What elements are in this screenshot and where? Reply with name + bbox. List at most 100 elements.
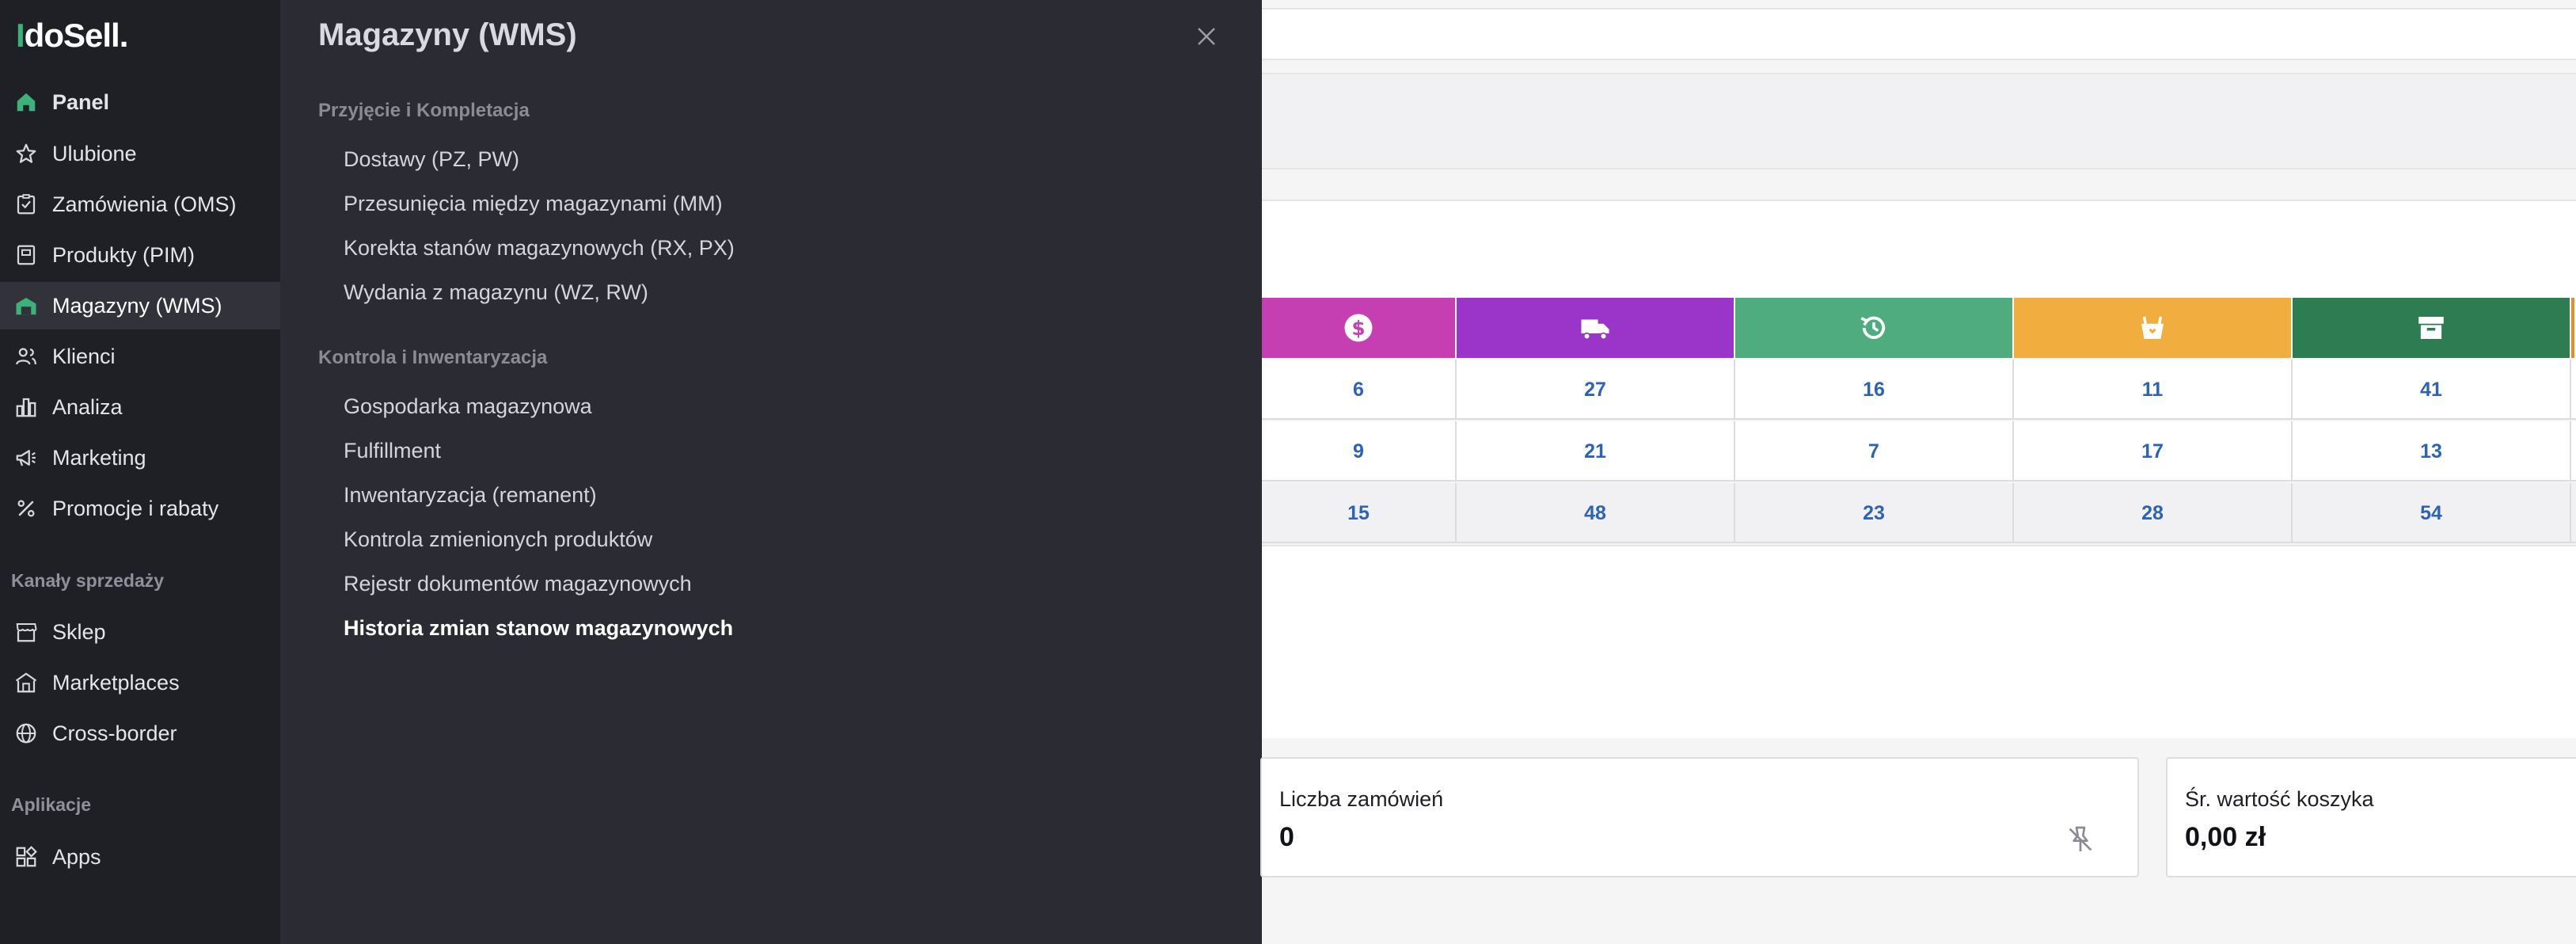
- table-row-total: 15 48 23 28 54: [1262, 483, 2576, 543]
- marketplace-icon: [13, 669, 40, 696]
- sidebar-item-panel[interactable]: Panel: [0, 78, 280, 126]
- sidebar-item-zamowienia[interactable]: Zamówienia (OMS): [0, 181, 280, 228]
- sidebar-item-analiza[interactable]: Analiza: [0, 383, 280, 431]
- sidebar-item-produkty[interactable]: Produkty (PIM): [0, 231, 280, 279]
- sidebar-item-marketplaces[interactable]: Marketplaces: [0, 659, 280, 706]
- sidebar-item-label: Apps: [52, 844, 101, 869]
- truck-icon: [1581, 319, 1609, 341]
- apps-section-label: Aplikacje: [11, 794, 91, 815]
- flyout-link-kontrola-produktow[interactable]: Kontrola zmienionych produktów: [344, 527, 652, 552]
- close-flyout-button[interactable]: [1191, 21, 1222, 52]
- sidebar-item-label: Cross-border: [52, 721, 177, 745]
- idosell-logo[interactable]: IdoSell.: [16, 16, 129, 55]
- orders-count-card: Liczba zamówień 0: [1260, 757, 2139, 877]
- flyout-link-dostawy[interactable]: Dostawy (PZ, PW): [344, 147, 519, 172]
- table-cell[interactable]: 41: [2293, 360, 2571, 420]
- flyout-link-przesuniecia[interactable]: Przesunięcia między magazynami (MM): [344, 192, 723, 216]
- megaphone-icon: [13, 444, 40, 471]
- card-label: Liczba zamówień: [1279, 787, 1444, 811]
- table-cell[interactable]: 6: [1262, 360, 1457, 420]
- sidebar-item-label: Promocje i rabaty: [52, 496, 219, 520]
- flyout-link-rejestr[interactable]: Rejestr dokumentów magazynowych: [344, 572, 692, 596]
- group-label-kontrola: Kontrola i Inwentaryzacja: [318, 347, 548, 368]
- avg-basket-card: Śr. wartość koszyka 0,00 zł: [2166, 757, 2576, 877]
- table-cell[interactable]: 27: [1457, 360, 1735, 420]
- flyout-title: Magazyny (WMS): [318, 17, 577, 52]
- flyout-link-gospodarka[interactable]: Gospodarka magazynowa: [344, 394, 592, 419]
- table-cell[interactable]: 9: [1262, 421, 1457, 482]
- sidebar-item-label: Analiza: [52, 394, 123, 419]
- table-cell[interactable]: 21: [1457, 421, 1735, 482]
- tile-basket[interactable]: [2014, 298, 2293, 358]
- tile-payment[interactable]: $: [1262, 298, 1457, 358]
- table-cell[interactable]: 13: [2293, 421, 2571, 482]
- table-cell[interactable]: 23: [1735, 483, 2014, 543]
- channels-section-label: Kanały sprzedaży: [11, 570, 165, 591]
- sidebar-item-sklep[interactable]: Sklep: [0, 608, 280, 656]
- sidebar-item-label: Marketplaces: [52, 670, 180, 695]
- flyout-link-inwentaryzacja[interactable]: Inwentaryzacja (remanent): [344, 483, 597, 508]
- unpin-icon[interactable]: [2065, 824, 2096, 855]
- tile-archive[interactable]: [2293, 298, 2571, 358]
- tile-returns[interactable]: [1735, 298, 2014, 358]
- sidebar-item-label: Produkty (PIM): [52, 242, 196, 267]
- users-icon: [13, 343, 40, 370]
- sidebar-item-ulubione[interactable]: Ulubione: [0, 130, 280, 177]
- globe-icon: [13, 720, 40, 747]
- history-icon: [1860, 316, 1886, 339]
- card-value: 0,00 zł: [2185, 822, 2266, 852]
- widget-body: [1262, 588, 2576, 738]
- logo-text: doSell.: [24, 17, 129, 54]
- apps-grid-icon: [13, 843, 40, 870]
- toolbar-band: [1262, 73, 2576, 169]
- widget-header-band: [1262, 200, 2576, 301]
- sidebar-item-label: Klienci: [52, 344, 116, 368]
- table-row: 9 21 7 17 13: [1262, 421, 2576, 482]
- logo-accent: I: [16, 17, 25, 54]
- sidebar-item-magazyny[interactable]: Magazyny (WMS): [0, 282, 280, 329]
- sidebar-item-apps[interactable]: Apps: [0, 833, 280, 881]
- sidebar-item-marketing[interactable]: Marketing: [0, 434, 280, 482]
- wms-flyout-panel: Magazyny (WMS) Przyjęcie i Kompletacja D…: [280, 0, 1262, 944]
- basket-icon: [2141, 316, 2164, 339]
- sidebar-item-promocje[interactable]: Promocje i rabaty: [0, 485, 280, 532]
- close-icon: [1198, 28, 1215, 45]
- status-tiles: $: [1262, 298, 2576, 358]
- table-cell[interactable]: 48: [1457, 483, 1735, 543]
- table-cell[interactable]: 7: [1735, 421, 2014, 482]
- dollar-icon: $: [1344, 314, 1373, 342]
- home-icon: [13, 89, 40, 116]
- sidebar-item-label: Sklep: [52, 619, 106, 644]
- svg-text:$: $: [1351, 317, 1365, 340]
- card-value: 0: [1279, 822, 1294, 852]
- table-cell[interactable]: 16: [1735, 360, 2014, 420]
- flyout-link-korekta[interactable]: Korekta stanów magazynowych (RX, PX): [344, 236, 735, 261]
- tile-delivery[interactable]: [1457, 298, 1735, 358]
- sidebar-item-label: Marketing: [52, 445, 146, 470]
- flyout-link-historia[interactable]: Historia zmian stanow magazynowych: [344, 616, 733, 641]
- product-icon: [13, 242, 40, 268]
- sidebar-item-label: Ulubione: [52, 141, 137, 166]
- table-cell[interactable]: 17: [2014, 421, 2293, 482]
- header-bar: [1262, 8, 2576, 60]
- sidebar-item-label: Panel: [52, 89, 110, 114]
- table-cell[interactable]: 11: [2014, 360, 2293, 420]
- clipboard-check-icon: [13, 191, 40, 218]
- card-label: Śr. wartość koszyka: [2185, 787, 2374, 811]
- table-row: 6 27 16 11 41: [1262, 360, 2576, 420]
- percent-icon: [13, 495, 40, 522]
- table-cell[interactable]: 15: [1262, 483, 1457, 543]
- warehouse-icon: [13, 292, 40, 319]
- sidebar: IdoSell. Panel Ulubione Zamówienia (OMS)…: [0, 0, 280, 944]
- sidebar-item-cross-border[interactable]: Cross-border: [0, 710, 280, 757]
- table-cell[interactable]: 54: [2293, 483, 2571, 543]
- store-icon: [13, 619, 40, 645]
- flyout-link-fulfillment[interactable]: Fulfillment: [344, 439, 441, 463]
- dashboard-main: $ 6 27 16 11 41 9 21 7 17 13 15 48 23 28…: [1260, 0, 2576, 944]
- flyout-link-wydania[interactable]: Wydania z magazynu (WZ, RW): [344, 280, 648, 305]
- tile-partial: [2571, 298, 2576, 358]
- archive-icon: [2418, 317, 2444, 339]
- sidebar-item-klienci[interactable]: Klienci: [0, 333, 280, 380]
- table-cell[interactable]: 28: [2014, 483, 2293, 543]
- sidebar-item-label: Zamówienia (OMS): [52, 192, 237, 216]
